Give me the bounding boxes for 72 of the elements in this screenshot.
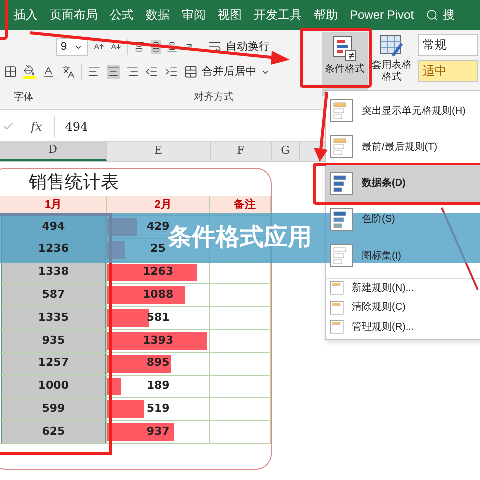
table-cell-text: 1000 [38,378,69,394]
banner-title: 条件格式应用 [168,224,312,253]
menu-item[interactable]: 数据条(D) [326,165,480,202]
group-label: 字体 [14,90,34,105]
arrow-drawing [314,92,328,162]
align-left-icon[interactable] [88,65,101,79]
menu-item[interactable]: 色阶(S) [326,202,480,238]
formula-value[interactable]: 494 [65,118,88,136]
table-cell-text: 937 [146,424,170,440]
table-cell-text: 935 [42,332,66,349]
table-cell-text: 587 [42,287,66,304]
table-cell-text: 1257 [38,355,69,372]
table-title: 销售统计表 [29,171,119,195]
table-format-icon [379,34,405,60]
search-label[interactable]: 搜 [443,6,456,24]
phonetic-icon[interactable] [62,65,75,79]
menu-item[interactable]: 清除规则(C) [326,298,480,318]
ribbon-tab[interactable]: 视图 [218,6,242,24]
ribbon-tab[interactable]: 公式 [110,6,134,24]
table-cell-text: 429 [146,218,170,233]
table-cell-text: 1393 [142,332,174,349]
align-right-icon[interactable] [126,65,140,79]
font-size-value: 9 [61,40,68,55]
border-icon[interactable] [4,65,18,79]
table-format-button[interactable]: 套用表格格式 [370,60,414,84]
ribbon-tab[interactable]: Power Pivot [350,6,414,24]
ribbon-tab[interactable]: 数据 [146,6,170,24]
top-align-icon[interactable] [134,40,145,54]
fill-color-icon[interactable] [23,65,36,79]
conditional-format-icon [332,36,358,62]
column-header[interactable]: D [0,142,107,161]
table-cell-text: 1088 [142,287,174,304]
ribbon-tab[interactable]: 开发工具 [254,6,302,24]
font-color-icon[interactable] [42,65,56,79]
column-header[interactable]: E [107,142,211,161]
menu-item[interactable]: 管理规则(R)... [326,317,480,337]
table-cell-text: 599 [42,401,66,418]
table-cell-text: 25 [150,241,166,258]
table-cell-text: 625 [42,424,66,440]
menu-item[interactable]: 最前/最后规则(T) [326,129,480,166]
menu-item[interactable]: 图标集(I) [326,238,480,274]
table-cell-text: 519 [146,401,170,418]
align-center-icon[interactable] [106,65,120,79]
ribbon-tab[interactable]: 页面布局 [50,6,98,24]
column-header[interactable]: G [272,142,300,161]
table-cell-text: 1236 [38,241,69,258]
wrap-text-icon[interactable] [208,40,222,54]
table-cell-text: 494 [42,218,66,235]
column-header[interactable]: F [211,142,272,161]
bottom-align-icon[interactable] [167,40,178,54]
cell-style-swatch[interactable]: 适中 [418,60,478,82]
ribbon-tab[interactable]: 审阅 [182,6,206,24]
table-cell-text: 1338 [38,264,69,280]
ribbon-tab[interactable]: 帮助 [314,6,338,24]
increase-indent-icon[interactable] [164,65,178,79]
merge-center-button[interactable]: 合并后居中 [184,64,270,80]
table-cell-text: 1263 [142,264,174,280]
function-label[interactable]: fx [31,118,42,136]
menu-item[interactable]: 突出显示单元格规则(H) [326,93,480,130]
menu-item[interactable]: 新建规则(N)... [326,278,480,298]
cell-style-swatch[interactable]: 常规 [418,34,478,56]
table-cell-text: 895 [146,355,170,372]
table-cell-text: 1335 [38,310,69,326]
merge-icon[interactable] [184,65,198,79]
highlight-frame [300,28,372,88]
ribbon-tab[interactable]: 插入 [14,6,38,24]
search-icon[interactable] [426,8,440,22]
decrease-indent-icon[interactable] [145,65,159,79]
group-label: 对齐方式 [194,90,234,105]
table-cell-text: 189 [146,378,170,394]
font-size-dropdown[interactable]: 9 [56,38,88,56]
wrap-text-button[interactable]: 自动换行 [208,38,270,56]
